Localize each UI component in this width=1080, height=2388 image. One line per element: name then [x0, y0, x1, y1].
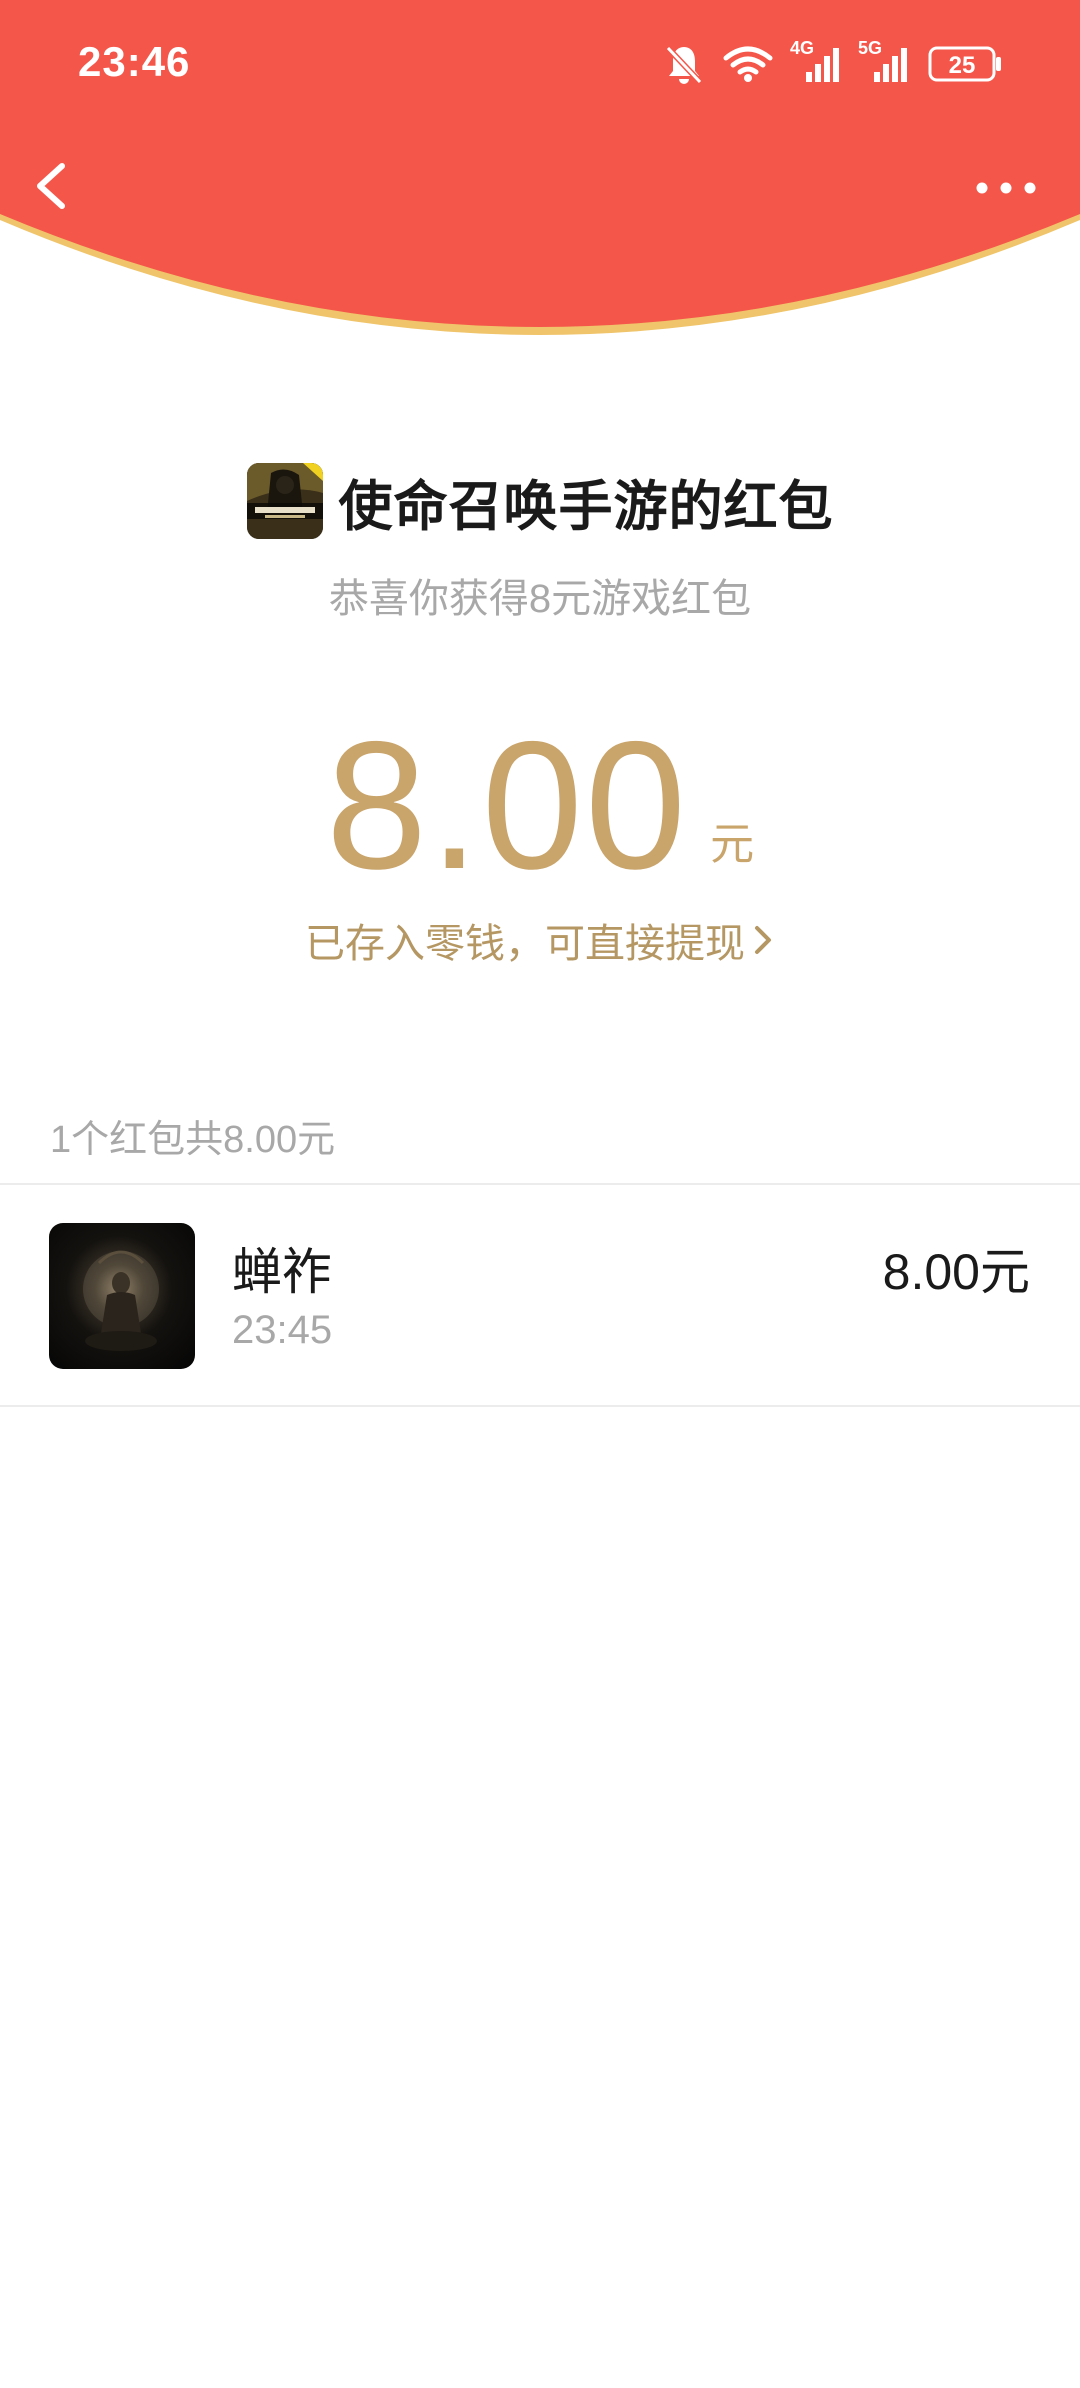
- back-button[interactable]: [26, 148, 86, 224]
- signal-4g-icon: 4G: [790, 38, 842, 84]
- divider: [0, 1405, 1080, 1407]
- status-icons: 4G 5G 25: [664, 38, 1004, 88]
- more-dots-icon: [976, 182, 1036, 194]
- wallet-link-label: 已存入零钱，可直接提现: [305, 922, 745, 966]
- mute-bell-icon: [665, 45, 703, 85]
- wallet-link[interactable]: 已存入零钱，可直接提现: [0, 910, 1080, 970]
- signal-5g-icon: 5G: [858, 38, 910, 84]
- network-type-label: 4G: [790, 38, 815, 58]
- chevron-left-icon: [37, 163, 65, 209]
- status-bar: 23:46 4G 5G 25: [0, 0, 1080, 130]
- red-packet-detail-page: 23:46 4G 5G 25 使命召唤手游的红包 恭喜你获得8元游戏红包 8.0…: [0, 0, 1080, 2388]
- game-logo: [246, 463, 323, 539]
- receiver-time: 23:45: [232, 1308, 333, 1352]
- battery-level: 25: [949, 52, 976, 79]
- network-type-label: 5G: [858, 38, 883, 58]
- divider: [0, 1183, 1080, 1185]
- amount-value: 8.00: [325, 703, 689, 907]
- wifi-icon: [723, 46, 773, 82]
- packet-subtitle: 恭喜你获得8元游戏红包: [328, 577, 752, 621]
- more-button[interactable]: [970, 168, 1042, 208]
- page-title: 使命召唤手游的红包: [338, 476, 834, 537]
- packet-title-row: 使命召唤手游的红包: [0, 458, 1080, 544]
- amount-unit: 元: [710, 820, 755, 869]
- list-item[interactable]: 蝉祚 23:45 8.00元: [0, 1186, 1080, 1406]
- receiver-name: 蝉祚: [232, 1244, 332, 1300]
- battery-icon: 25: [928, 46, 1001, 82]
- packet-summary: 1个红包共8.00元: [50, 1119, 336, 1161]
- chevron-right-icon: [755, 926, 771, 954]
- avatar: [49, 1223, 195, 1369]
- amount-row: 8.00 元: [0, 700, 1080, 907]
- status-time: 23:46: [78, 38, 191, 85]
- receiver-amount: 8.00元: [882, 1244, 1030, 1300]
